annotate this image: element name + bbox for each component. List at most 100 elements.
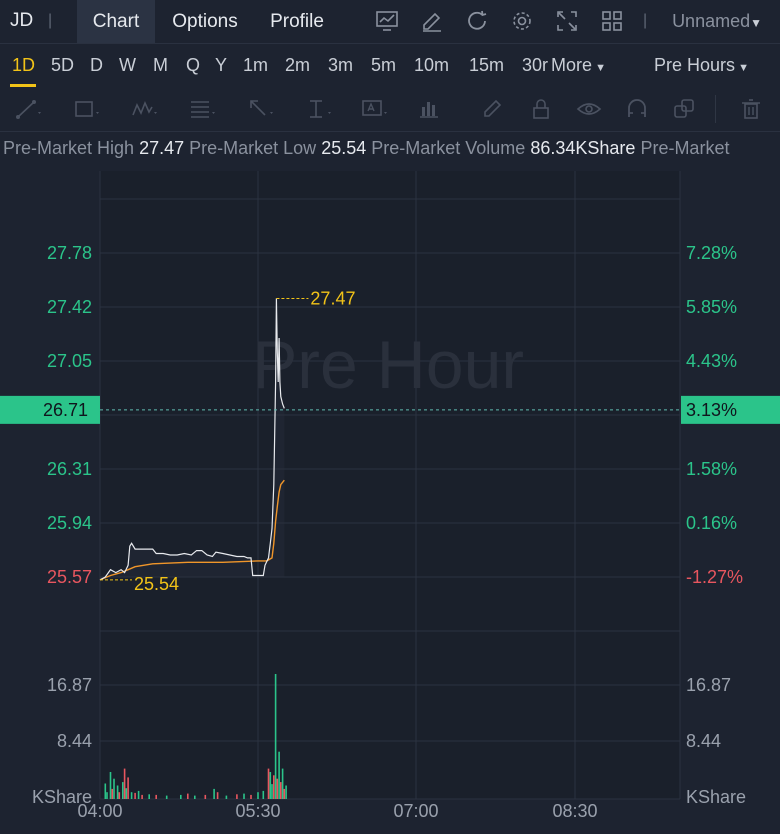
tab-profile[interactable]: Profile bbox=[258, 0, 336, 43]
timeframe-q[interactable]: Q bbox=[186, 55, 200, 76]
time-tick-label: 04:00 bbox=[77, 801, 122, 821]
volume-tick-label: 16.87 bbox=[47, 675, 92, 695]
stat-label-extra: Pre-Market bbox=[640, 138, 730, 158]
price-tick-label: 27.78 bbox=[47, 243, 92, 263]
timeframe-y[interactable]: Y bbox=[215, 55, 227, 76]
fullscreen-icon[interactable] bbox=[555, 9, 579, 33]
volume-tick-label: 8.44 bbox=[57, 731, 92, 751]
volume-bar bbox=[165, 795, 168, 799]
timeframe-m[interactable]: M bbox=[153, 55, 168, 76]
volume-bar bbox=[187, 793, 189, 799]
volume-bar bbox=[216, 792, 219, 799]
eye-visibility-icon[interactable] bbox=[576, 97, 604, 121]
timeframe-3m[interactable]: 3m bbox=[328, 55, 353, 76]
price-tick-label: 27.42 bbox=[47, 297, 92, 317]
low-marker-label: 25.54 bbox=[134, 574, 179, 594]
top-bar: JD | Chart Options Profile | Unnamed▼ bbox=[0, 0, 780, 44]
volume-bar bbox=[243, 793, 245, 799]
timeframe-1d[interactable]: 1D bbox=[12, 55, 35, 76]
timeframe-5d[interactable]: 5D bbox=[51, 55, 74, 76]
text-annotation-tool-icon[interactable] bbox=[361, 97, 389, 121]
timeframe-30m[interactable]: 30r bbox=[522, 55, 548, 76]
timeframe-1m[interactable]: 1m bbox=[243, 55, 268, 76]
tab-chart[interactable]: Chart bbox=[77, 0, 155, 43]
divider: | bbox=[48, 12, 53, 29]
volume-bar bbox=[137, 790, 140, 799]
percent-tick-label: 7.28% bbox=[686, 243, 737, 263]
price-chart[interactable]: Pre Hour 27.7827.4227.0526.3125.9425.57 … bbox=[0, 165, 780, 834]
volume-bar bbox=[111, 788, 114, 799]
tab-options[interactable]: Options bbox=[160, 0, 250, 43]
volume-bar bbox=[283, 788, 286, 799]
volume-bar bbox=[271, 784, 273, 799]
percent-tick-label: 1.58% bbox=[686, 459, 737, 479]
volume-bar bbox=[127, 777, 129, 799]
more-timeframes-dropdown[interactable]: More ▼ bbox=[551, 55, 606, 76]
timeframe-10m[interactable]: 10m bbox=[414, 55, 449, 76]
fibonacci-tool-icon[interactable] bbox=[189, 97, 217, 121]
volume-bar bbox=[118, 792, 121, 799]
measure-tool-icon[interactable] bbox=[305, 97, 333, 121]
stat-label-volume: Pre-Market Volume bbox=[371, 138, 526, 158]
volume-bar bbox=[116, 785, 119, 799]
layers-icon[interactable] bbox=[672, 97, 700, 121]
arrow-tool-icon[interactable] bbox=[247, 97, 275, 121]
drawing-toolbar bbox=[0, 87, 780, 132]
session-dropdown[interactable]: Pre Hours ▼ bbox=[654, 55, 749, 76]
volume-bar bbox=[109, 772, 112, 799]
volume-bar bbox=[281, 768, 284, 799]
indicator-chart-icon[interactable] bbox=[375, 9, 399, 33]
volume-bar bbox=[104, 783, 107, 799]
session-label: Pre Hours bbox=[654, 55, 736, 75]
timeframe-5m[interactable]: 5m bbox=[371, 55, 396, 76]
percent-tick-label: 5.85% bbox=[686, 297, 737, 317]
percent-tick-label: 4.43% bbox=[686, 351, 737, 371]
volume-bar bbox=[225, 795, 228, 799]
time-tick-label: 05:30 bbox=[235, 801, 280, 821]
price-tick-label: 26.31 bbox=[47, 459, 92, 479]
stat-value-low: 25.54 bbox=[321, 138, 367, 158]
volume-unit-label: KShare bbox=[686, 787, 746, 807]
volume-bar bbox=[134, 792, 136, 799]
trend-line-tool-icon[interactable] bbox=[15, 97, 43, 121]
magnet-icon[interactable] bbox=[624, 97, 652, 121]
timeframe-15m[interactable]: 15m bbox=[469, 55, 504, 76]
timeframe-2m[interactable]: 2m bbox=[285, 55, 310, 76]
current-price-label: 26.71 bbox=[43, 400, 88, 420]
volume-bar bbox=[122, 782, 124, 799]
time-axis: 04:00 05:30 07:00 08:30 bbox=[77, 801, 597, 821]
brush-tool-icon[interactable] bbox=[480, 97, 508, 121]
symbol-label[interactable]: JD bbox=[10, 10, 33, 32]
timeframe-d[interactable]: D bbox=[90, 55, 103, 76]
bar-chart-tool-icon[interactable] bbox=[418, 97, 446, 121]
caret-down-icon: ▼ bbox=[735, 62, 749, 74]
volume-bar bbox=[123, 768, 126, 799]
volume-bar bbox=[262, 790, 265, 799]
stat-value-high: 27.47 bbox=[139, 138, 185, 158]
current-percent-label: 3.13% bbox=[686, 400, 737, 420]
volume-bar bbox=[285, 785, 287, 799]
volume-bar bbox=[269, 772, 272, 799]
volume-bar bbox=[180, 794, 182, 799]
refresh-icon[interactable] bbox=[465, 9, 489, 33]
layout-grid-icon[interactable] bbox=[600, 9, 624, 33]
volume-tick-label: 16.87 bbox=[686, 675, 731, 695]
caret-down-icon: ▼ bbox=[750, 16, 762, 30]
lock-icon[interactable] bbox=[528, 97, 556, 121]
edit-icon[interactable] bbox=[420, 9, 444, 33]
divider bbox=[715, 95, 716, 123]
rectangle-tool-icon[interactable] bbox=[73, 97, 101, 121]
layout-name-dropdown[interactable]: Unnamed▼ bbox=[672, 11, 762, 32]
timeframe-w[interactable]: W bbox=[119, 55, 136, 76]
watermark-text: Pre Hour bbox=[252, 327, 524, 403]
pattern-tool-icon[interactable] bbox=[131, 97, 159, 121]
volume-bar bbox=[213, 788, 215, 799]
trash-icon[interactable] bbox=[738, 97, 766, 121]
stat-label-low: Pre-Market Low bbox=[189, 138, 317, 158]
volume-bar bbox=[113, 778, 115, 799]
volume-bar bbox=[106, 792, 108, 799]
premarket-stats-bar: Pre-Market High 27.47 Pre-Market Low 25.… bbox=[0, 138, 780, 164]
volume-bar bbox=[148, 794, 150, 799]
settings-gear-icon[interactable] bbox=[510, 9, 534, 33]
volume-bar bbox=[155, 794, 157, 799]
